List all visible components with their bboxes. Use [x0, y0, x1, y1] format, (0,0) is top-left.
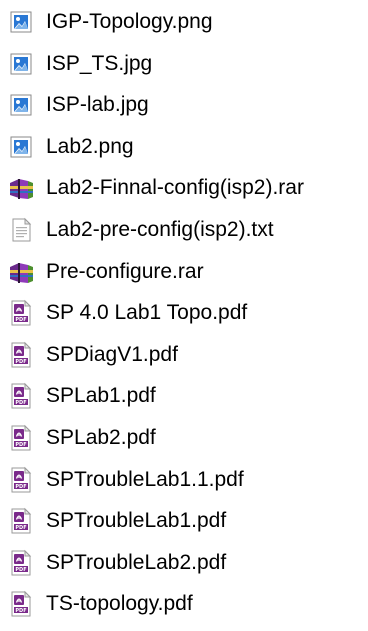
svg-text:PDF: PDF [15, 359, 26, 365]
svg-text:PDF: PDF [15, 567, 26, 573]
file-row[interactable]: Lab2-Finnal-config(isp2).rar [0, 169, 368, 207]
file-row[interactable]: PDF SP 4.0 Lab1 Topo.pdf [0, 294, 368, 332]
pdf-file-icon: PDF [7, 341, 35, 369]
file-row[interactable]: Pre-configure.rar [0, 253, 368, 291]
file-name-label: SPDiagV1.pdf [46, 342, 178, 366]
file-row[interactable]: Lab2.png [0, 128, 368, 166]
file-row[interactable]: ISP_TS.jpg [0, 45, 368, 83]
file-name-label: Lab2-Finnal-config(isp2).rar [46, 176, 304, 200]
svg-text:PDF: PDF [15, 317, 26, 323]
file-row[interactable]: Lab2-pre-config(isp2).txt [0, 211, 368, 249]
rar-archive-icon [7, 174, 35, 202]
file-name-label: ISP_TS.jpg [46, 51, 153, 75]
svg-text:PDF: PDF [15, 442, 26, 448]
file-name-label: Lab2-pre-config(isp2).txt [46, 218, 274, 241]
pdf-file-icon: PDF [7, 299, 35, 327]
svg-text:PDF: PDF [15, 608, 26, 614]
file-list: IGP-Topology.png ISP_TS.jpg ISP-lab.jpg Lab… [0, 0, 368, 631]
file-row[interactable]: PDF SPLab2.pdf [0, 419, 368, 457]
image-file-icon [7, 50, 35, 78]
file-name-label: ISP-lab.jpg [46, 93, 149, 117]
file-name-label: SPLab2.pdf [46, 426, 156, 449]
file-name-label: SPLab1.pdf [46, 384, 156, 408]
file-row[interactable]: IGP-Topology.png [0, 3, 368, 41]
svg-text:PDF: PDF [15, 525, 26, 531]
file-row[interactable]: PDF SPTroubleLab1.1.pdf [0, 461, 368, 499]
rar-archive-icon [7, 258, 35, 286]
image-file-icon [7, 91, 35, 119]
file-name-label: Lab2.png [46, 134, 134, 158]
pdf-file-icon: PDF [7, 466, 35, 494]
file-name-label: SPTroubleLab2.pdf [46, 550, 227, 574]
pdf-file-icon: PDF [7, 382, 35, 410]
pdf-file-icon: PDF [7, 424, 35, 452]
file-row[interactable]: PDF SPTroubleLab1.pdf [0, 502, 368, 540]
file-name-label: SPTroubleLab1.1.pdf [46, 467, 244, 491]
file-name-label: IGP-Topology.png [46, 10, 213, 33]
svg-text:PDF: PDF [15, 400, 26, 406]
file-row[interactable]: PDF SPDiagV1.pdf [0, 336, 368, 374]
pdf-file-icon: PDF [7, 590, 35, 618]
file-row[interactable]: PDF SPTroubleLab2.pdf [0, 544, 368, 582]
file-name-label: SP 4.0 Lab1 Topo.pdf [46, 301, 248, 325]
text-file-icon [7, 216, 35, 244]
pdf-file-icon: PDF [7, 549, 35, 577]
file-name-label: TS-topology.pdf [46, 592, 193, 616]
file-name-label: SPTroubleLab1.pdf [46, 509, 227, 533]
pdf-file-icon: PDF [7, 507, 35, 535]
file-row[interactable]: PDF SPLab1.pdf [0, 377, 368, 415]
image-file-icon [7, 8, 35, 36]
file-row[interactable]: PDF TS-topology.pdf [0, 585, 368, 623]
file-row[interactable]: ISP-lab.jpg [0, 86, 368, 124]
image-file-icon [7, 133, 35, 161]
file-name-label: Pre-configure.rar [46, 259, 204, 283]
svg-text:PDF: PDF [15, 484, 26, 490]
